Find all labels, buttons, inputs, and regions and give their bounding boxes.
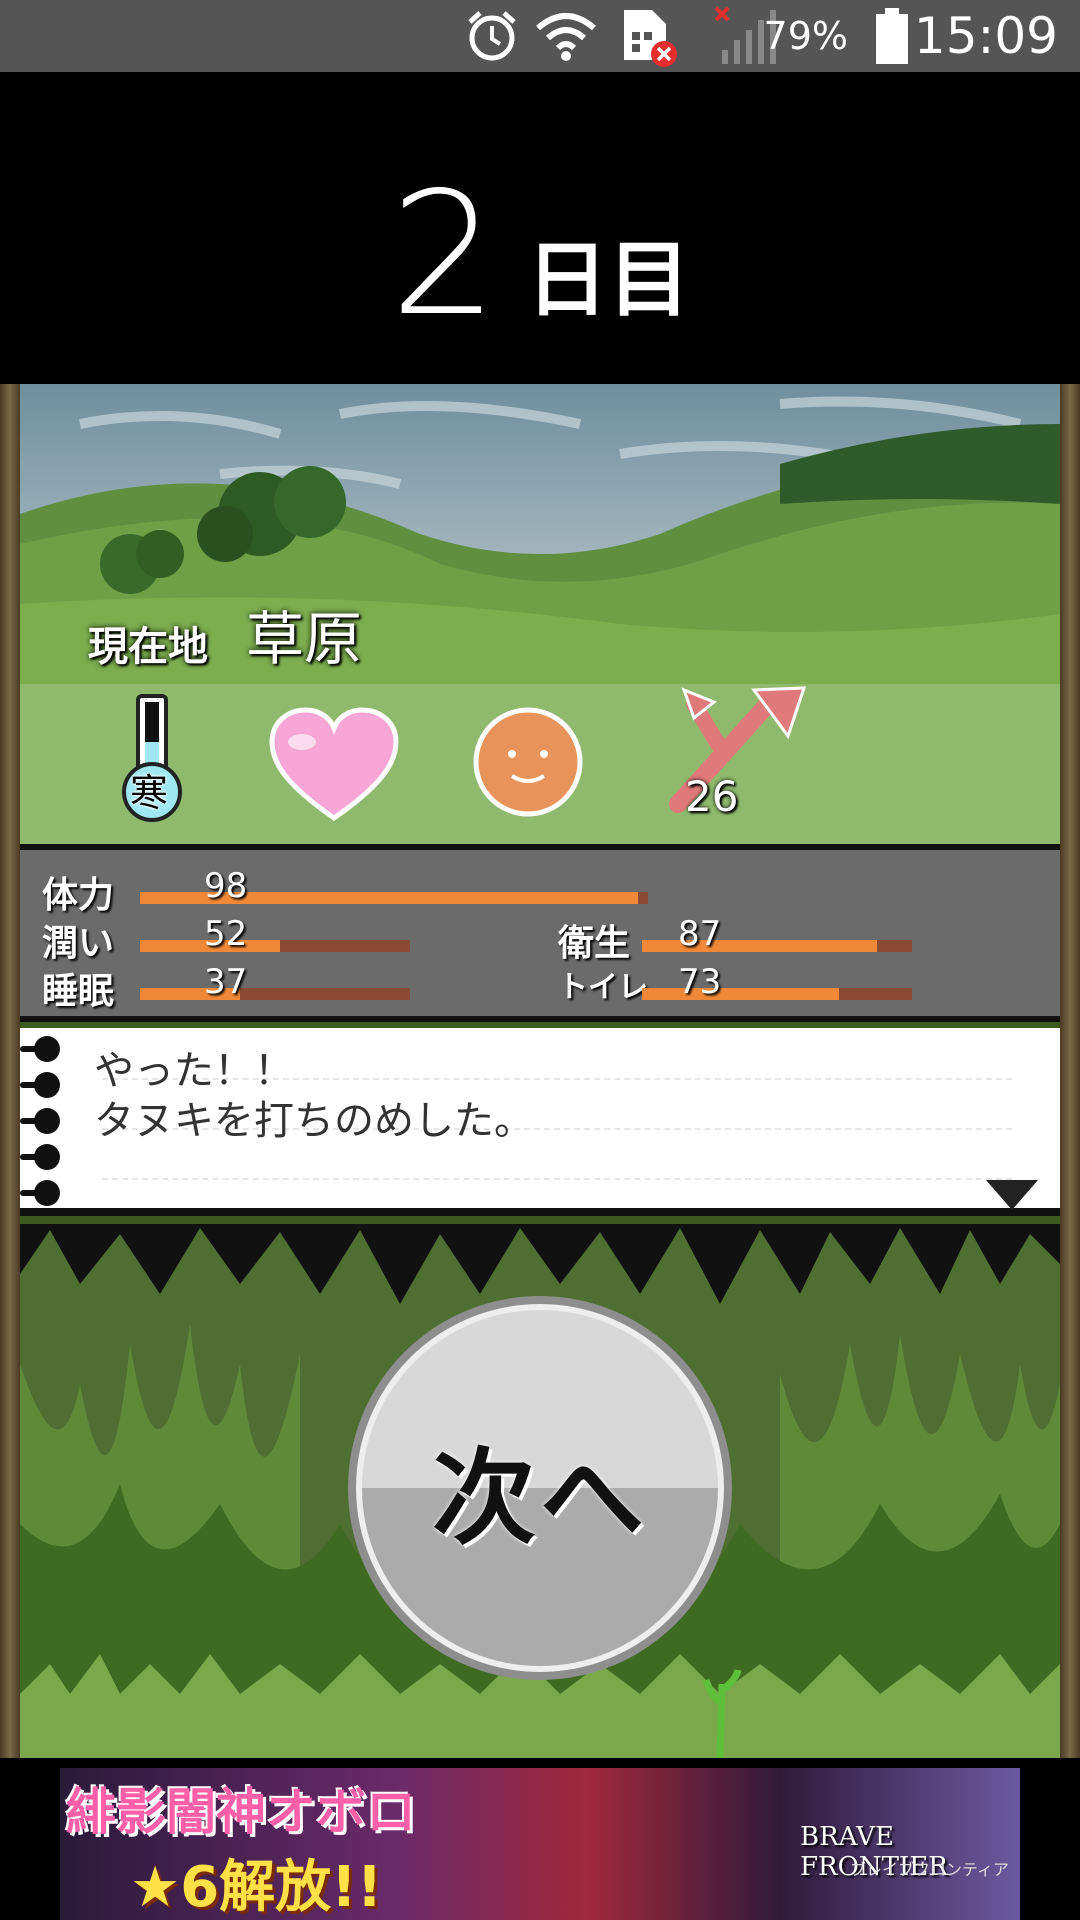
stat-value: 37 bbox=[204, 962, 248, 1002]
vine-border-left bbox=[0, 384, 20, 1758]
ad-banner[interactable]: 緋影闇神オボロ ★6解放!! BRAVE FRONTIER ブレイブフロンティア bbox=[0, 1758, 1080, 1920]
stat-label: 潤い bbox=[42, 923, 115, 964]
stat-toilet: トイレ 73 bbox=[558, 962, 958, 1005]
day-unit: 日目 bbox=[526, 232, 691, 328]
weapon-count: 26 bbox=[685, 772, 739, 821]
stat-label: 体力 bbox=[42, 875, 115, 916]
stat-sleep: 睡眠 37 bbox=[42, 962, 442, 1012]
stat-value: 52 bbox=[204, 914, 248, 954]
stat-value: 87 bbox=[678, 914, 722, 954]
binder-ring bbox=[34, 1144, 60, 1170]
stat-value: 98 bbox=[204, 866, 248, 906]
stat-bar-fill bbox=[642, 988, 840, 1000]
binder-ring bbox=[34, 1072, 60, 1098]
stat-bar-track bbox=[140, 988, 410, 1000]
location-label: 現在地 bbox=[88, 624, 208, 670]
battery-percent: 79% bbox=[763, 14, 848, 58]
heart-icon bbox=[269, 707, 399, 822]
ad-brand-sub: ブレイブフロンティア bbox=[850, 1860, 1010, 1879]
status-bar: 79% 15:09 bbox=[0, 0, 1080, 72]
ad-creative[interactable]: 緋影闇神オボロ ★6解放!! BRAVE FRONTIER ブレイブフロンティア bbox=[60, 1768, 1020, 1920]
stats-panel: 体力 98 潤い 52 睡眠 37 衛生 87 トイレ 73 bbox=[20, 844, 1060, 1022]
stat-hygiene: 衛生 87 bbox=[558, 914, 958, 964]
sim-error-icon bbox=[616, 0, 680, 72]
next-button-label: 次へ bbox=[431, 1435, 648, 1559]
message-line: タヌキを打ちのめした。 bbox=[94, 1098, 534, 1144]
scene-background: 現在地 草原 寒 26 bbox=[20, 384, 1060, 844]
binder-ring bbox=[34, 1036, 60, 1062]
smiley-face-icon bbox=[473, 707, 583, 817]
game-frame: 現在地 草原 寒 26 体力 98 潤い 52 睡眠 37 衛生 87 トイレ … bbox=[0, 384, 1080, 1758]
stat-stamina: 体力 98 bbox=[42, 866, 648, 916]
message-box[interactable]: やった！！ タヌキを打ちのめした。 bbox=[20, 1028, 1060, 1216]
stat-value: 73 bbox=[678, 962, 722, 1002]
ad-subtitle: ★6解放!! bbox=[130, 1855, 383, 1920]
ad-title: 緋影闇神オボロ bbox=[66, 1783, 416, 1841]
day-number: 2 bbox=[389, 156, 499, 354]
advance-triangle-icon[interactable] bbox=[986, 1180, 1038, 1210]
day-header: 2 日目 bbox=[0, 72, 1080, 384]
stat-bar-track bbox=[140, 940, 410, 952]
status-icon-row: 寒 26 bbox=[20, 684, 1060, 844]
clock: 15:09 bbox=[913, 7, 1058, 65]
temperature-label: 寒 bbox=[130, 771, 169, 815]
ruled-line bbox=[102, 1178, 1012, 1180]
location-name: 草原 bbox=[246, 605, 363, 673]
stat-moisture: 潤い 52 bbox=[42, 914, 442, 964]
alarm-icon bbox=[464, 0, 520, 72]
wifi-icon bbox=[534, 0, 598, 72]
stat-label: 睡眠 bbox=[42, 971, 115, 1012]
stat-label: 衛生 bbox=[558, 923, 631, 964]
battery-icon bbox=[872, 0, 912, 72]
stat-label: トイレ bbox=[558, 970, 648, 1005]
next-button[interactable]: 次へ bbox=[348, 1296, 732, 1680]
binder-ring bbox=[34, 1180, 60, 1206]
binder-ring bbox=[34, 1108, 60, 1134]
vine-border-right bbox=[1060, 384, 1080, 1758]
